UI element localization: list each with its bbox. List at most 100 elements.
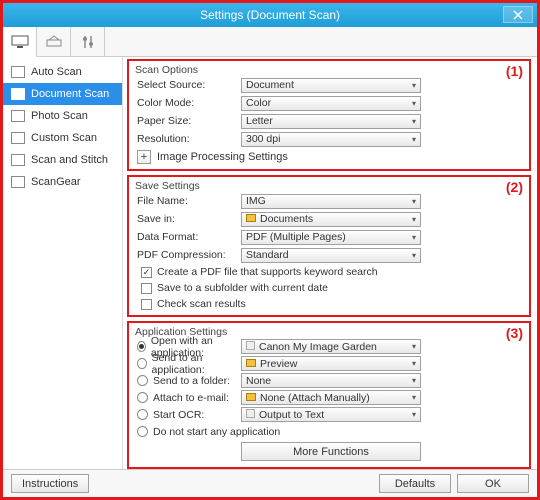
label-check-results: Check scan results bbox=[157, 298, 246, 310]
top-tabs bbox=[3, 27, 537, 57]
chevron-down-icon: ▾ bbox=[412, 410, 416, 419]
chevron-down-icon: ▾ bbox=[412, 117, 416, 126]
group-application-settings: (3) Application Settings Open with an ap… bbox=[127, 321, 531, 469]
chevron-down-icon: ▾ bbox=[412, 197, 416, 206]
tab-general-settings[interactable] bbox=[71, 27, 105, 57]
group-scan-options: (1) Scan Options Select Source: Document… bbox=[127, 59, 531, 171]
chevron-down-icon: ▾ bbox=[412, 251, 416, 260]
radio-attach-email[interactable] bbox=[137, 392, 148, 403]
group-title: Scan Options bbox=[129, 61, 529, 76]
sidebar-item-label: Scan and Stitch bbox=[31, 154, 108, 166]
sidebar-item-label: Auto Scan bbox=[31, 66, 82, 78]
instructions-button[interactable]: Instructions bbox=[11, 474, 89, 493]
label-send-app: Send to an application: bbox=[152, 352, 241, 376]
label-no-start: Do not start any application bbox=[153, 426, 280, 438]
app-icon bbox=[246, 341, 255, 350]
chevron-down-icon: ▾ bbox=[412, 342, 416, 351]
label-select-source: Select Source: bbox=[137, 79, 241, 91]
tab-scan-from-computer[interactable] bbox=[3, 27, 37, 57]
combo-file-name[interactable]: IMG▾ bbox=[241, 194, 421, 209]
close-icon bbox=[513, 10, 523, 20]
annotation-1: (1) bbox=[506, 63, 523, 79]
radio-open-app[interactable] bbox=[137, 341, 146, 352]
combo-open-app[interactable]: Canon My Image Garden▾ bbox=[241, 339, 421, 354]
dialog-window: Settings (Document Scan) Auto Scan Docum… bbox=[0, 0, 540, 500]
monitor-icon bbox=[11, 35, 29, 49]
combo-pdf-compression[interactable]: Standard▾ bbox=[241, 248, 421, 263]
chevron-down-icon: ▾ bbox=[412, 99, 416, 108]
sidebar-item-auto-scan[interactable]: Auto Scan bbox=[3, 61, 122, 83]
combo-paper-size[interactable]: Letter▾ bbox=[241, 114, 421, 129]
label-keyword-search: Create a PDF file that supports keyword … bbox=[157, 266, 378, 278]
sidebar: Auto Scan Document Scan Photo Scan Custo… bbox=[3, 57, 123, 469]
sidebar-item-label: Photo Scan bbox=[31, 110, 88, 122]
checkbox-check-results[interactable] bbox=[141, 299, 152, 310]
combo-color-mode[interactable]: Color▾ bbox=[241, 96, 421, 111]
checkbox-keyword-search[interactable]: ✓ bbox=[141, 267, 152, 278]
combo-data-format[interactable]: PDF (Multiple Pages)▾ bbox=[241, 230, 421, 245]
label-resolution: Resolution: bbox=[137, 133, 241, 145]
more-functions-button[interactable]: More Functions bbox=[241, 442, 421, 461]
expand-button[interactable]: + bbox=[137, 150, 151, 164]
label-send-folder: Send to a folder: bbox=[153, 375, 230, 387]
sidebar-item-scangear[interactable]: ScanGear bbox=[3, 171, 122, 193]
label-subfolder: Save to a subfolder with current date bbox=[157, 282, 328, 294]
defaults-button[interactable]: Defaults bbox=[379, 474, 451, 493]
label-save-in: Save in: bbox=[137, 213, 241, 225]
scanner-icon bbox=[45, 35, 63, 49]
sidebar-item-label: Custom Scan bbox=[31, 132, 97, 144]
photo-icon bbox=[11, 110, 25, 122]
custom-icon bbox=[11, 132, 25, 144]
label-pdf-compression: PDF Compression: bbox=[137, 249, 241, 261]
chevron-down-icon: ▾ bbox=[412, 376, 416, 385]
document-icon bbox=[11, 66, 25, 78]
combo-start-ocr[interactable]: Output to Text▾ bbox=[241, 407, 421, 422]
label-image-processing: Image Processing Settings bbox=[157, 151, 288, 163]
combo-attach-email[interactable]: None (Attach Manually)▾ bbox=[241, 390, 421, 405]
close-button[interactable] bbox=[503, 6, 533, 23]
combo-select-source[interactable]: Document▾ bbox=[241, 78, 421, 93]
group-title: Save Settings bbox=[129, 177, 529, 192]
tab-scan-from-panel[interactable] bbox=[37, 27, 71, 57]
combo-send-app[interactable]: Preview▾ bbox=[241, 356, 421, 371]
sidebar-item-label: ScanGear bbox=[31, 176, 81, 188]
sidebar-item-custom-scan[interactable]: Custom Scan bbox=[3, 127, 122, 149]
annotation-2: (2) bbox=[506, 179, 523, 195]
sidebar-item-photo-scan[interactable]: Photo Scan bbox=[3, 105, 122, 127]
titlebar: Settings (Document Scan) bbox=[3, 3, 537, 27]
radio-no-start[interactable] bbox=[137, 426, 148, 437]
sidebar-item-document-scan[interactable]: Document Scan bbox=[3, 83, 122, 105]
radio-send-app[interactable] bbox=[137, 358, 147, 369]
radio-send-folder[interactable] bbox=[137, 375, 148, 386]
radio-start-ocr[interactable] bbox=[137, 409, 148, 420]
chevron-down-icon: ▾ bbox=[412, 135, 416, 144]
chevron-down-icon: ▾ bbox=[412, 81, 416, 90]
main-panel: (1) Scan Options Select Source: Document… bbox=[123, 57, 537, 469]
label-data-format: Data Format: bbox=[137, 231, 241, 243]
sliders-icon bbox=[80, 34, 96, 50]
combo-resolution[interactable]: 300 dpi▾ bbox=[241, 132, 421, 147]
footer: Instructions Defaults OK bbox=[3, 469, 537, 497]
chevron-down-icon: ▾ bbox=[412, 359, 416, 368]
combo-save-in[interactable]: Documents▾ bbox=[241, 212, 421, 227]
ok-button[interactable]: OK bbox=[457, 474, 529, 493]
app-icon bbox=[246, 409, 255, 418]
folder-icon bbox=[246, 393, 256, 401]
checkbox-subfolder[interactable] bbox=[141, 283, 152, 294]
chevron-down-icon: ▾ bbox=[412, 393, 416, 402]
chevron-down-icon: ▾ bbox=[412, 215, 416, 224]
scangear-icon bbox=[11, 176, 25, 188]
chevron-down-icon: ▾ bbox=[412, 233, 416, 242]
annotation-3: (3) bbox=[506, 325, 523, 341]
label-paper-size: Paper Size: bbox=[137, 115, 241, 127]
label-color-mode: Color Mode: bbox=[137, 97, 241, 109]
sidebar-item-scan-stitch[interactable]: Scan and Stitch bbox=[3, 149, 122, 171]
stitch-icon bbox=[11, 154, 25, 166]
label-start-ocr: Start OCR: bbox=[153, 409, 204, 421]
sidebar-item-label: Document Scan bbox=[31, 88, 109, 100]
group-save-settings: (2) Save Settings File Name: IMG▾ Save i… bbox=[127, 175, 531, 317]
folder-icon bbox=[246, 359, 256, 367]
label-file-name: File Name: bbox=[137, 195, 241, 207]
combo-send-folder[interactable]: None▾ bbox=[241, 373, 421, 388]
document-icon bbox=[11, 88, 25, 100]
